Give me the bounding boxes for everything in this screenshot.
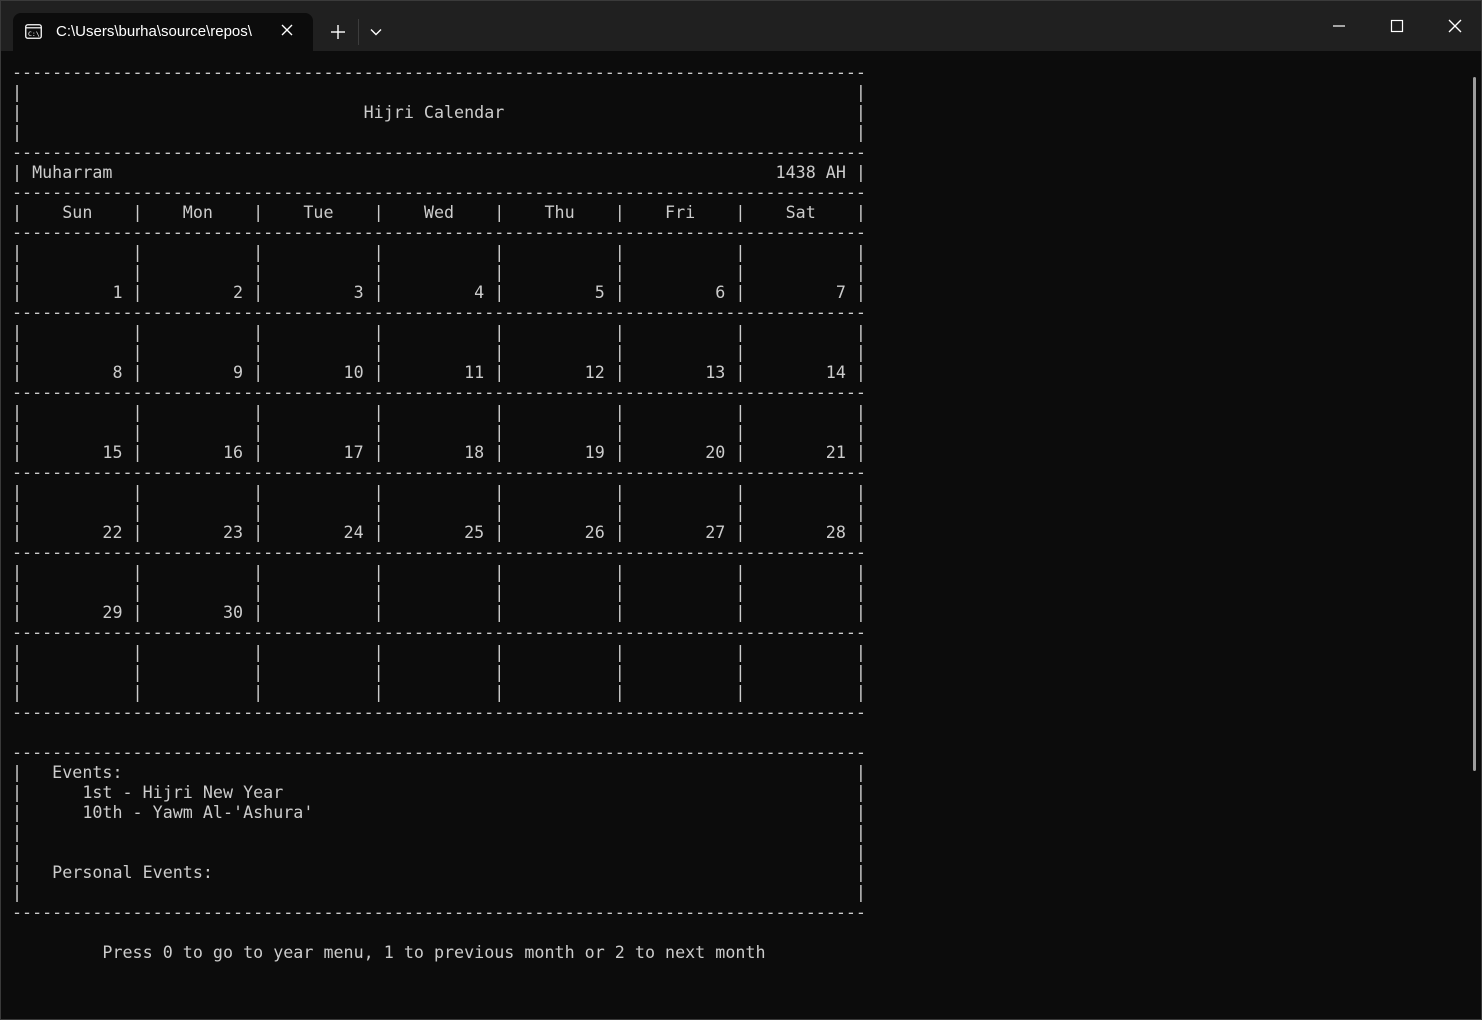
svg-text:C:\: C:\ xyxy=(28,30,40,38)
terminal-window: C:\ C:\Users\burha\source\repos\ -------… xyxy=(0,0,1482,1020)
week-row: | | | | | | | | xyxy=(12,502,866,522)
week-row: | | | | | | | | xyxy=(12,482,866,502)
toolbar-divider xyxy=(358,19,359,45)
divider: ----------------------------------------… xyxy=(12,462,866,482)
divider: ----------------------------------------… xyxy=(12,742,866,762)
navigation-prompt: Press 0 to go to year menu, 1 to previou… xyxy=(12,942,766,962)
week-row: | 29 | 30 | | | | | | xyxy=(12,602,866,622)
event-item: | 10th - Yawm Al-'Ashura' | xyxy=(12,802,866,822)
week-row: | | | | | | | | xyxy=(12,642,866,662)
divider: ----------------------------------------… xyxy=(12,622,866,642)
personal-events-label: | Personal Events: | xyxy=(12,862,866,882)
divider: ----------------------------------------… xyxy=(12,902,866,922)
week-row: | 15 | 16 | 17 | 18 | 19 | 20 | 21 | xyxy=(12,442,866,462)
divider: ----------------------------------------… xyxy=(12,702,866,722)
minimize-button[interactable] xyxy=(1313,1,1365,51)
week-row: | 8 | 9 | 10 | 11 | 12 | 13 | 14 | xyxy=(12,362,866,382)
divider: ----------------------------------------… xyxy=(12,182,866,202)
week-row: | | | | | | | | xyxy=(12,662,866,682)
terminal-icon: C:\ xyxy=(25,24,42,39)
terminal-tab[interactable]: C:\ C:\Users\burha\source\repos\ xyxy=(13,13,313,51)
divider: ----------------------------------------… xyxy=(12,382,866,402)
week-row: | 1 | 2 | 3 | 4 | 5 | 6 | 7 | xyxy=(12,282,866,302)
calendar-header-row: | | xyxy=(12,122,866,142)
weekday-header-row: | Sun | Mon | Tue | Wed | Thu | Fri | Sa… xyxy=(12,202,866,222)
events-row: | | xyxy=(12,842,866,862)
divider: ----------------------------------------… xyxy=(12,222,866,242)
month-year-row: | Muharram 1438 AH | xyxy=(12,162,866,182)
close-icon xyxy=(1448,19,1462,33)
divider: ----------------------------------------… xyxy=(12,62,866,82)
divider: ----------------------------------------… xyxy=(12,302,866,322)
week-row: | | | | | | | | xyxy=(12,682,866,702)
week-row: | | | | | | | | xyxy=(12,322,866,342)
week-row: | | | | | | | | xyxy=(12,582,866,602)
week-row: | | | | | | | | xyxy=(12,242,866,262)
maximize-icon xyxy=(1390,19,1404,33)
week-row: | | | | | | | | xyxy=(12,422,866,442)
maximize-button[interactable] xyxy=(1371,1,1423,51)
calendar-title: | Hijri Calendar | xyxy=(12,102,866,122)
profiles-dropdown-button[interactable] xyxy=(361,17,391,47)
new-tab-button[interactable] xyxy=(323,17,353,47)
week-row: | | | | | | | | xyxy=(12,262,866,282)
divider: ----------------------------------------… xyxy=(12,142,866,162)
divider: ----------------------------------------… xyxy=(12,542,866,562)
calendar-header-row: | | xyxy=(12,82,866,102)
plus-icon xyxy=(331,25,345,39)
close-icon[interactable] xyxy=(279,22,295,38)
events-row: | | xyxy=(12,882,866,902)
week-row: | | | | | | | | xyxy=(12,562,866,582)
week-row: | | | | | | | | xyxy=(12,342,866,362)
week-row: | | | | | | | | xyxy=(12,402,866,422)
scrollbar[interactable] xyxy=(1473,77,1476,771)
close-window-button[interactable] xyxy=(1429,1,1481,51)
minimize-icon xyxy=(1333,25,1345,27)
chevron-down-icon xyxy=(370,29,382,36)
terminal-output[interactable]: ----------------------------------------… xyxy=(12,62,866,962)
events-label: | Events: | xyxy=(12,762,866,782)
tab-title: C:\Users\burha\source\repos\ xyxy=(56,23,252,40)
event-item: | 1st - Hijri New Year | xyxy=(12,782,866,802)
week-row: | 22 | 23 | 24 | 25 | 26 | 27 | 28 | xyxy=(12,522,866,542)
title-bar: C:\ C:\Users\burha\source\repos\ xyxy=(1,1,1481,51)
events-row: | | xyxy=(12,822,866,842)
